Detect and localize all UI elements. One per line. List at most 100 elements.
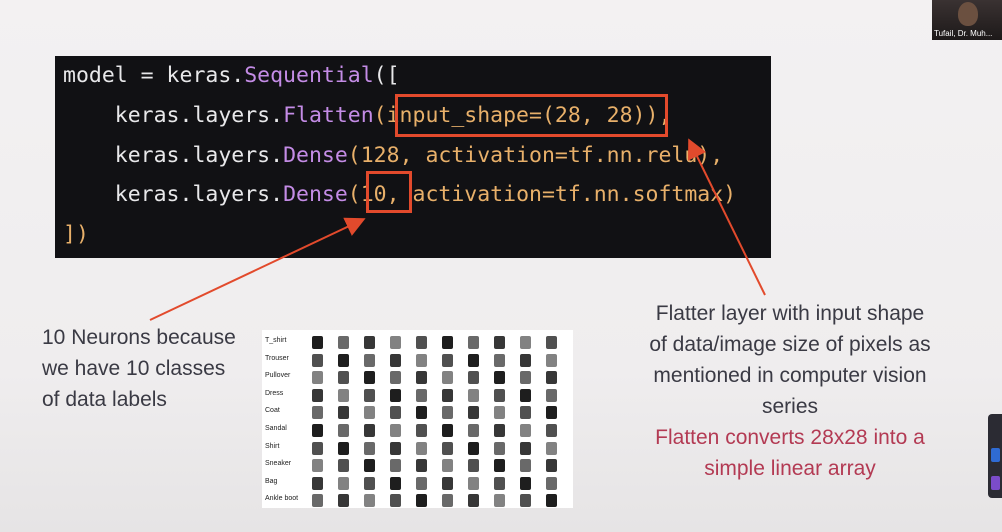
sample-thumbnail	[468, 388, 479, 402]
sample-thumbnail	[390, 353, 401, 367]
sample-thumbnail	[312, 336, 323, 349]
sample-thumbnail	[468, 494, 479, 508]
dataset-label-0: T_shirt	[265, 337, 287, 344]
sample-thumbnail	[312, 424, 323, 437]
sample-thumbnail	[338, 424, 349, 437]
sample-thumbnail	[468, 441, 479, 455]
sample-thumbnail	[546, 494, 557, 508]
sample-thumbnail	[416, 459, 427, 473]
sample-thumbnail	[364, 441, 375, 455]
left-note-line-1: 10 Neurons because	[42, 326, 236, 349]
sample-thumbnail	[468, 371, 479, 385]
sample-thumbnail	[338, 459, 349, 473]
sample-thumbnail	[520, 336, 531, 349]
purple-app-icon[interactable]	[991, 476, 1000, 490]
sample-thumbnail	[546, 424, 557, 437]
sample-thumbnail	[520, 494, 531, 508]
dataset-label-2: Pullover	[265, 372, 291, 380]
sample-thumbnail	[312, 476, 323, 490]
sample-thumbnail	[364, 476, 375, 490]
sample-thumbnail	[520, 353, 531, 367]
side-toolbar-widget[interactable]	[988, 414, 1002, 498]
sample-thumbnail	[442, 371, 453, 385]
participant-name: Tufail, Dr. Muh...	[934, 29, 993, 38]
fashion-mnist-sample-grid: T_shirt Trouser Pullover Dress Coat Sandal Shi…	[262, 330, 573, 508]
sample-thumbnail	[390, 424, 401, 437]
right-note: Flatter layer with input shape of data/i…	[630, 298, 950, 484]
dataset-label-4: Coat	[265, 407, 280, 415]
sample-thumbnail	[494, 371, 505, 385]
sample-thumbnail	[390, 406, 401, 420]
sample-thumbnail	[494, 406, 505, 420]
sample-thumbnail	[416, 336, 427, 349]
sample-thumbnail	[338, 388, 349, 402]
sample-thumbnail	[494, 459, 505, 473]
sample-thumbnail	[416, 494, 427, 508]
sample-thumbnail	[338, 441, 349, 455]
sample-thumbnail	[442, 494, 453, 508]
sample-thumbnail	[442, 336, 453, 349]
sample-thumbnail	[338, 353, 349, 367]
sample-thumbnail	[416, 441, 427, 455]
sample-thumbnail	[442, 353, 453, 367]
webcam-thumbnail[interactable]: Tufail, Dr. Muh...	[932, 0, 1002, 40]
dataset-label-3: Dress	[265, 389, 284, 397]
sample-thumbnail	[364, 353, 375, 367]
sample-thumbnail	[520, 388, 531, 402]
sample-thumbnail	[520, 459, 531, 473]
sample-thumbnail	[390, 476, 401, 490]
sample-thumbnail	[364, 336, 375, 349]
sample-thumbnail	[364, 406, 375, 420]
blue-app-icon[interactable]	[991, 448, 1000, 462]
sample-thumbnail	[520, 406, 531, 420]
sample-thumbnail	[390, 494, 401, 508]
sample-thumbnail	[546, 371, 557, 385]
right-note-line-3: mentioned in computer vision	[653, 364, 927, 387]
sample-thumbnail	[416, 371, 427, 385]
dataset-label-8: Bag	[265, 477, 278, 485]
sample-thumbnail	[338, 476, 349, 490]
dataset-label-7: Sneaker	[265, 460, 292, 468]
sample-thumbnail	[468, 406, 479, 420]
right-note-highlight-line-1: Flatten converts 28x28 into a	[655, 426, 925, 449]
sample-thumbnail	[494, 336, 505, 349]
sample-thumbnail	[520, 424, 531, 437]
sample-thumbnail	[494, 494, 505, 508]
sample-thumbnail	[520, 371, 531, 385]
sample-thumbnail	[442, 424, 453, 437]
sample-thumbnail	[442, 388, 453, 402]
sample-thumbnail	[416, 406, 427, 420]
dataset-label-5: Sandal	[265, 425, 287, 432]
sample-thumbnail	[416, 388, 427, 402]
dataset-label-1: Trouser	[265, 354, 289, 362]
sample-thumbnail	[312, 494, 323, 508]
sample-thumbnail	[390, 459, 401, 473]
sample-thumbnail	[364, 494, 375, 508]
sample-thumbnail	[390, 441, 401, 455]
right-note-line-4: series	[761, 395, 819, 418]
sample-thumbnail	[494, 441, 505, 455]
sample-thumbnail	[546, 406, 557, 420]
sample-thumbnail	[390, 388, 401, 402]
sample-thumbnail	[494, 424, 505, 437]
sample-thumbnail	[364, 388, 375, 402]
sample-thumbnail	[338, 494, 349, 508]
sample-thumbnail	[468, 459, 479, 473]
sample-thumbnail	[390, 371, 401, 385]
sample-thumbnail	[416, 476, 427, 490]
sample-thumbnail	[546, 336, 557, 349]
sample-thumbnail	[520, 441, 531, 455]
sample-thumbnail	[312, 371, 323, 385]
right-note-highlight-line-2: simple linear array	[704, 457, 876, 480]
dataset-label-9: Ankle boot	[265, 495, 299, 503]
right-arrow	[688, 138, 766, 296]
sample-thumbnail	[468, 353, 479, 367]
sample-thumbnail	[494, 388, 505, 402]
sample-thumbnail	[390, 336, 401, 349]
sample-thumbnail	[442, 459, 453, 473]
sample-thumbnail	[546, 353, 557, 367]
sample-thumbnail	[442, 476, 453, 490]
sample-thumbnail	[468, 476, 479, 490]
sample-thumbnail	[416, 353, 427, 367]
sample-thumbnail	[338, 406, 349, 420]
